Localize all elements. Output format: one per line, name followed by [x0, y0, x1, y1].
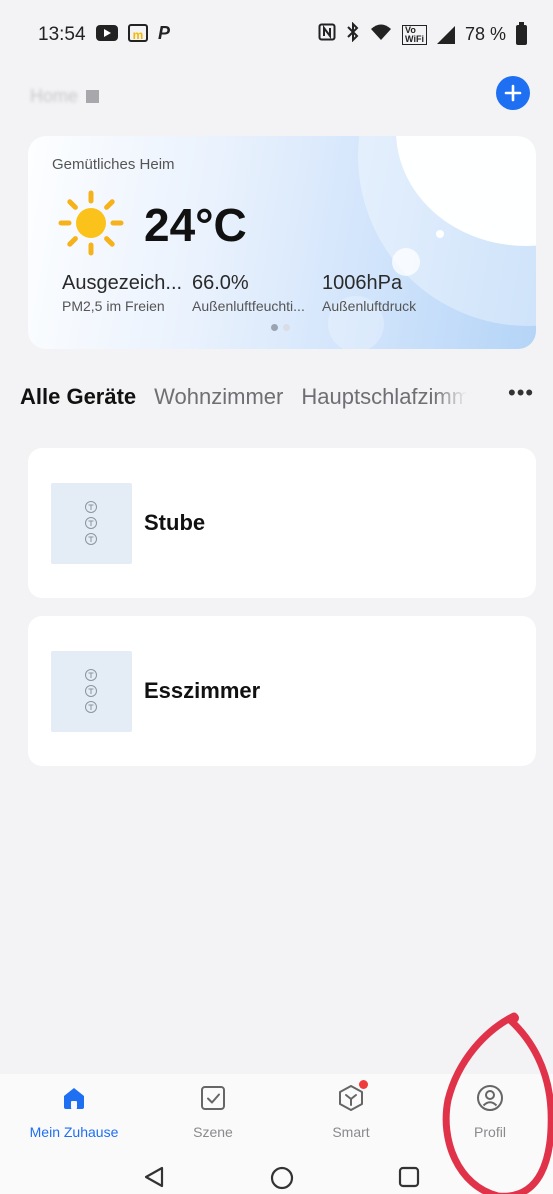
- home-name: Home: [30, 86, 79, 106]
- device-card-stube[interactable]: Stube: [28, 448, 536, 598]
- tab-hauptschlafzimmer[interactable]: Hauptschlafzimmer: [301, 384, 467, 410]
- tab-alle-geraete[interactable]: Alle Geräte: [20, 384, 136, 410]
- plus-icon: [504, 84, 522, 102]
- signal-icon: [436, 25, 455, 44]
- battery-percent: 78 %: [464, 24, 506, 44]
- stat-label: PM2,5 im Freien: [62, 298, 165, 314]
- stat-value: 1006hPa: [322, 272, 403, 294]
- nav-label: Mein Zuhause: [29, 1124, 119, 1140]
- volte-wifi-icon: Vo WiFi: [402, 24, 427, 45]
- profile-icon: [476, 1084, 504, 1112]
- nav-label: Profil: [474, 1124, 506, 1140]
- weather-decoration: [436, 230, 444, 238]
- notification-badge: [359, 1080, 368, 1089]
- youtube-icon: [96, 25, 118, 41]
- wifi-icon: [370, 23, 392, 46]
- weather-location: Gemütliches Heim: [52, 156, 175, 173]
- pm25-stat: Ausgezeich... PM2,5 im Freien: [62, 272, 192, 314]
- dropdown-caret-icon: [86, 90, 100, 103]
- stat-label: Außenluftdruck: [322, 298, 417, 314]
- stat-value: Ausgezeich...: [62, 272, 183, 294]
- bluetooth-icon: [346, 21, 360, 47]
- pressure-stat: 1006hPa Außenluftdruck: [322, 272, 462, 314]
- paypal-icon: P: [158, 23, 171, 43]
- temperature: 24°C: [144, 199, 247, 251]
- status-bar: 13:54 m P Vo WiFi 78 %: [0, 0, 553, 70]
- nav-szene[interactable]: Szene: [153, 1084, 273, 1140]
- battery-icon: [516, 21, 527, 45]
- status-time: 13:54: [38, 24, 86, 45]
- page-dot-active: [271, 324, 278, 331]
- room-tabs: Alle Geräte Wohnzimmer Hauptschlafzimmer…: [20, 380, 533, 414]
- nav-mein-zuhause[interactable]: Mein Zuhause: [14, 1084, 134, 1140]
- home-selector[interactable]: Home: [30, 86, 100, 107]
- more-horizontal-icon[interactable]: •••: [508, 380, 534, 406]
- home-circle-icon[interactable]: [270, 1166, 294, 1190]
- notification-icons: m P: [96, 24, 170, 42]
- recents-icon[interactable]: [398, 1166, 420, 1188]
- scene-checkbox-icon: [199, 1084, 227, 1112]
- light-switch-icon: [85, 501, 97, 545]
- system-navigation: [0, 1154, 553, 1194]
- bottom-navigation: Mein Zuhause Szene Smart Profil: [0, 1074, 553, 1154]
- nav-profil[interactable]: Profil: [430, 1084, 550, 1140]
- nav-label: Smart: [332, 1124, 370, 1140]
- light-switch-icon: [85, 669, 97, 713]
- device-thumbnail: [51, 483, 132, 564]
- page-dot: [283, 324, 290, 331]
- device-thumbnail: [51, 651, 132, 732]
- back-icon[interactable]: [142, 1166, 166, 1188]
- tab-wohnzimmer[interactable]: Wohnzimmer: [154, 384, 283, 410]
- system-status-icons: Vo WiFi 78 %: [318, 21, 527, 47]
- device-name: Stube: [144, 510, 206, 535]
- mcdonalds-icon: m: [128, 24, 148, 42]
- device-name: Esszimmer: [144, 678, 261, 703]
- stat-label: Außenluftfeuchti...: [192, 298, 305, 314]
- stat-value: 66.0%: [192, 272, 249, 294]
- home-icon: [60, 1084, 88, 1112]
- weather-card[interactable]: Gemütliches Heim 24°C Ausgezeich... PM2,…: [28, 136, 536, 349]
- add-device-button[interactable]: [496, 76, 530, 110]
- nav-label: Szene: [193, 1124, 233, 1140]
- humidity-stat: 66.0% Außenluftfeuchti...: [192, 272, 320, 314]
- nav-smart[interactable]: Smart: [291, 1080, 411, 1140]
- sun-icon: [58, 190, 124, 256]
- smart-cube-icon: [337, 1080, 368, 1112]
- device-card-esszimmer[interactable]: Esszimmer: [28, 616, 536, 766]
- page-indicator: [271, 324, 290, 331]
- nfc-icon: [318, 23, 336, 46]
